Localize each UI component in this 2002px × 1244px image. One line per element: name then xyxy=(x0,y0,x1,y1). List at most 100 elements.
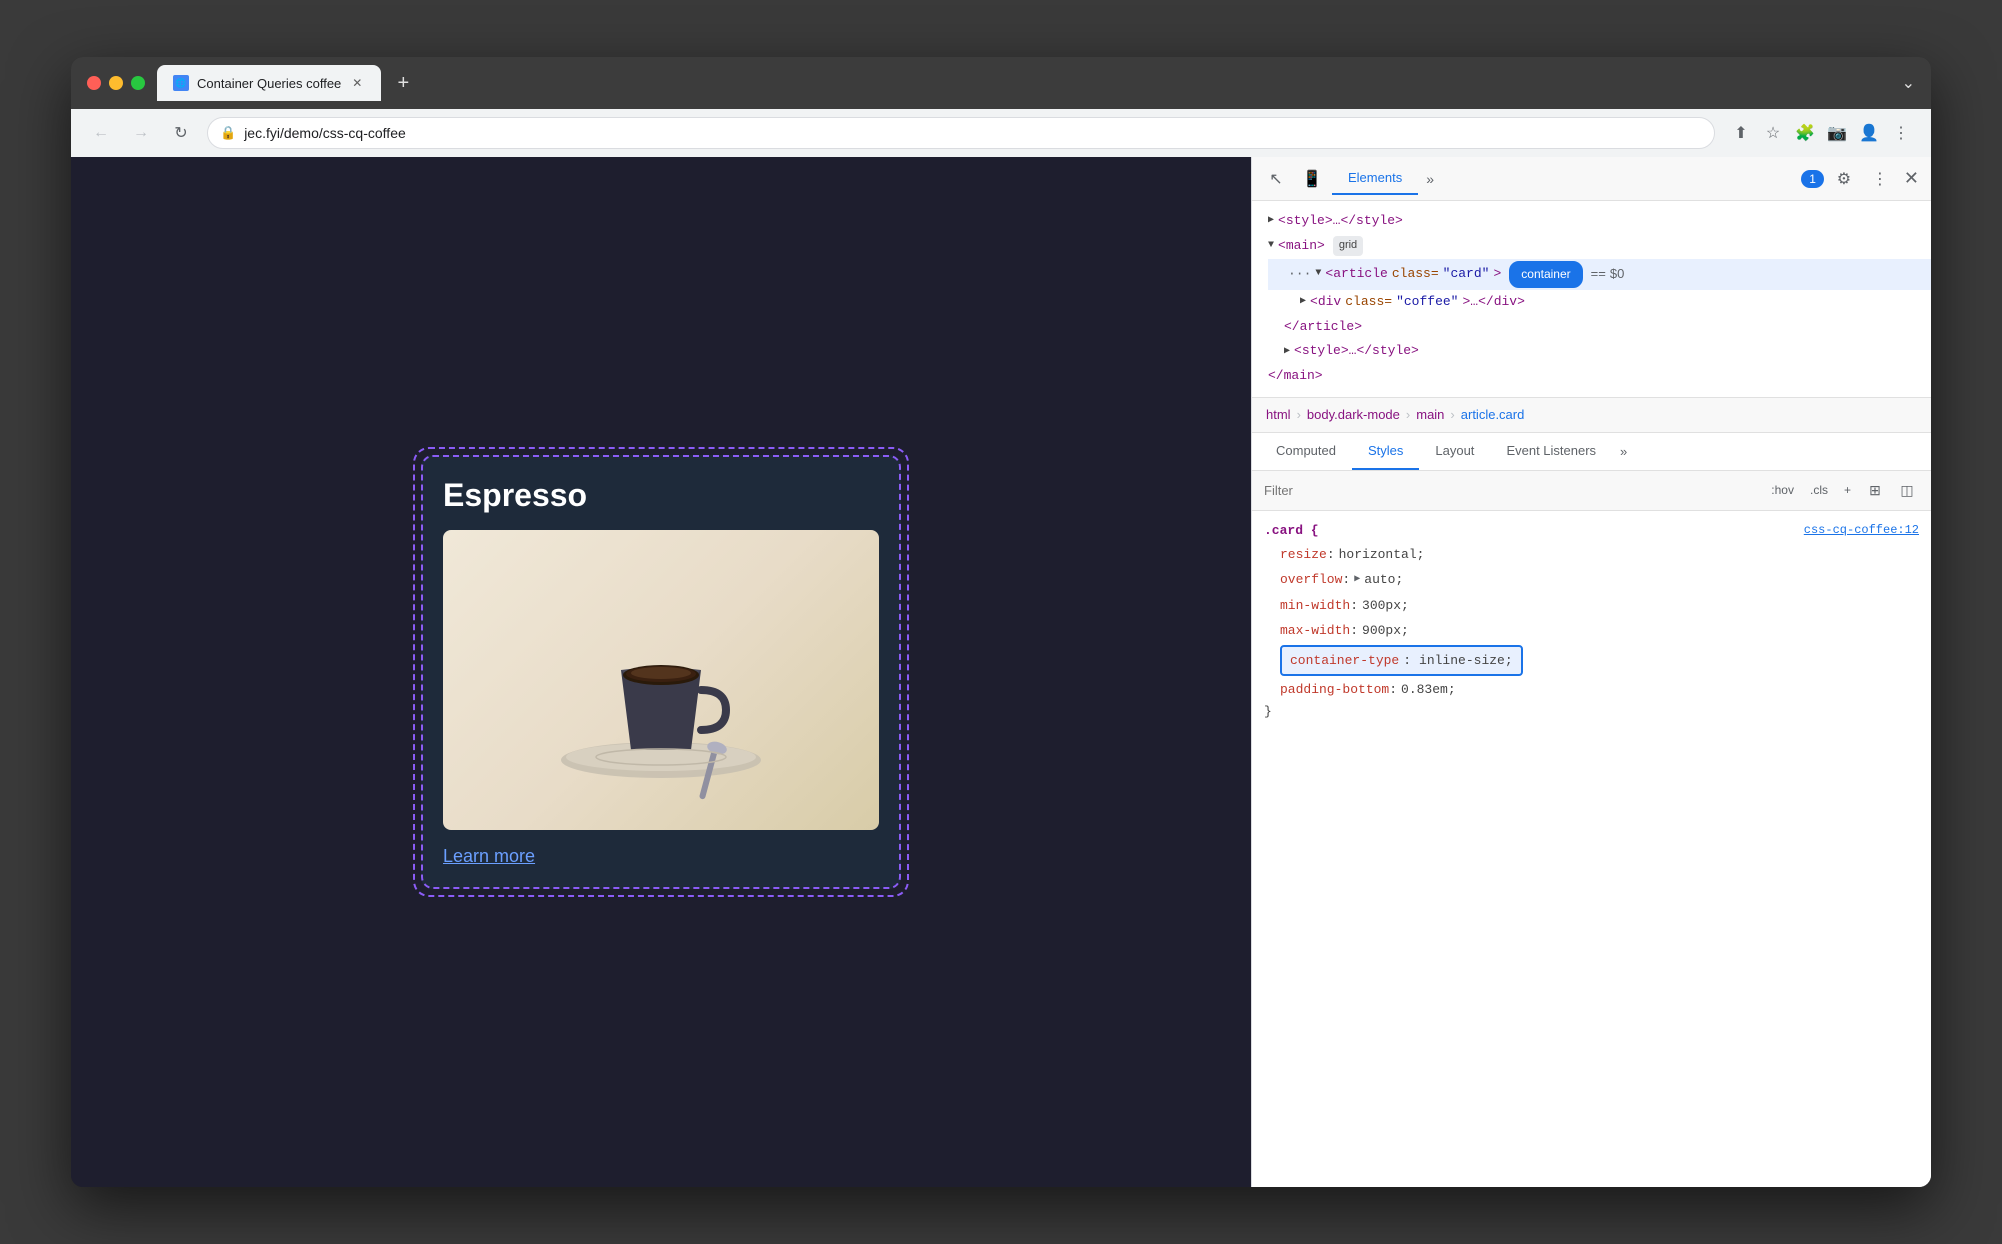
layout-tab[interactable]: Layout xyxy=(1419,433,1490,470)
dom-line-div-coffee[interactable]: ▶ <div class="coffee">…</div> xyxy=(1284,290,1931,315)
forward-button[interactable]: → xyxy=(127,119,155,147)
breadcrumb-article[interactable]: article.card xyxy=(1455,403,1531,426)
add-rule-button[interactable]: + xyxy=(1840,481,1855,499)
profile-button[interactable]: 👤 xyxy=(1855,119,1883,147)
css-prop-name: min-width xyxy=(1280,594,1350,617)
dom-line-main-close[interactable]: </main> xyxy=(1252,364,1931,389)
card-title: Espresso xyxy=(443,477,879,514)
bookmark-button[interactable]: ☆ xyxy=(1759,119,1787,147)
css-property-resize[interactable]: resize : horizontal; xyxy=(1252,542,1931,567)
css-selector: .card { xyxy=(1264,523,1319,538)
device-emulation-button[interactable]: 📱 xyxy=(1296,163,1328,195)
card-learn-more-link[interactable]: Learn more xyxy=(443,846,879,867)
copy-styles-button[interactable]: ⊞ xyxy=(1863,478,1887,502)
espresso-illustration xyxy=(521,550,801,810)
equals-sign: == xyxy=(1591,264,1606,285)
tab-bar: 🌐 Container Queries coffee ✕ + ⌄ xyxy=(157,65,1915,101)
devtools-close-button[interactable]: ✕ xyxy=(1900,164,1923,193)
event-listeners-tab[interactable]: Event Listeners xyxy=(1490,433,1612,470)
dom-tag: <div xyxy=(1310,292,1341,313)
collapse-triangle[interactable]: ▼ xyxy=(1315,266,1321,282)
page-viewport: Espresso xyxy=(71,157,1251,1187)
dom-tree: ▶ <style>…</style> ▼ <main> grid ··· ▼ <… xyxy=(1252,201,1931,397)
tab-menu-button[interactable]: ⌄ xyxy=(1902,73,1915,93)
computed-tab[interactable]: Computed xyxy=(1260,433,1352,470)
breadcrumb-body[interactable]: body.dark-mode xyxy=(1301,403,1406,426)
dom-tag: <style>…</style> xyxy=(1278,211,1403,232)
css-prop-name: resize xyxy=(1280,543,1327,566)
dom-more-dots[interactable]: ··· xyxy=(1288,264,1311,285)
collapse-triangle[interactable]: ▶ xyxy=(1268,213,1274,229)
cls-button[interactable]: .cls xyxy=(1806,481,1832,499)
card-container: Espresso xyxy=(421,455,901,889)
share-button[interactable]: ⬆ xyxy=(1727,119,1755,147)
tab-favicon: 🌐 xyxy=(173,75,189,91)
style-tabs-more[interactable]: » xyxy=(1612,444,1635,459)
inspector-tool-button[interactable]: ↖ xyxy=(1260,163,1292,195)
dom-attr-name: class= xyxy=(1392,264,1439,285)
devtools-settings-button[interactable]: ⚙ xyxy=(1828,163,1860,195)
css-property-overflow[interactable]: overflow : ▶ auto; xyxy=(1252,567,1931,592)
tab-close-button[interactable]: ✕ xyxy=(349,75,365,91)
dom-line-style1[interactable]: ▶ <style>…</style> xyxy=(1252,209,1931,234)
new-tab-button[interactable]: + xyxy=(389,69,417,97)
minimize-traffic-light[interactable] xyxy=(109,76,123,90)
address-bar: ← → ↻ 🔒 jec.fyi/demo/css-cq-coffee ⬆ ☆ 🧩… xyxy=(71,109,1931,157)
devtools-tabs: Elements » xyxy=(1332,162,1797,195)
container-badge[interactable]: container xyxy=(1509,261,1582,288)
filter-input[interactable] xyxy=(1264,483,1759,498)
devtools-more-tabs[interactable]: » xyxy=(1418,171,1442,187)
back-button[interactable]: ← xyxy=(87,119,115,147)
traffic-lights xyxy=(87,76,145,90)
dom-tag: <article xyxy=(1325,264,1387,285)
active-tab[interactable]: 🌐 Container Queries coffee ✕ xyxy=(157,65,381,101)
extensions-button[interactable]: 🧩 xyxy=(1791,119,1819,147)
css-prop-colon: : xyxy=(1350,619,1358,642)
css-rule-header: .card { css-cq-coffee:12 xyxy=(1252,519,1931,542)
overflow-triangle[interactable]: ▶ xyxy=(1354,571,1360,589)
style-tabs: Computed Styles Layout Event Listeners » xyxy=(1252,433,1931,471)
elements-tab[interactable]: Elements xyxy=(1332,162,1418,195)
toggle-sidebar-button[interactable]: ◫ xyxy=(1895,478,1919,502)
devtools-panel: ↖ 📱 Elements » 1 ⚙ ⋮ ✕ ▶ <style>…</style… xyxy=(1251,157,1931,1187)
card-wrapper: Espresso xyxy=(421,455,901,889)
toolbar-icons: ⬆ ☆ 🧩 📷 👤 ⋮ xyxy=(1727,119,1915,147)
css-prop-value: horizontal; xyxy=(1339,543,1425,566)
dom-line-article[interactable]: ··· ▼ <article class="card"> container =… xyxy=(1268,259,1931,290)
css-property-padding-bottom[interactable]: padding-bottom : 0.83em; xyxy=(1252,677,1931,702)
css-property-min-width[interactable]: min-width : 300px; xyxy=(1252,593,1931,618)
dom-tag: <style>…</style> xyxy=(1294,341,1419,362)
collapse-triangle[interactable]: ▶ xyxy=(1300,294,1306,310)
css-property-container-type[interactable]: container-type : inline-size; xyxy=(1252,644,1931,677)
css-close-brace: } xyxy=(1252,702,1931,721)
breadcrumb-main[interactable]: main xyxy=(1410,403,1450,426)
dom-line-style2[interactable]: ▶ <style>…</style> xyxy=(1268,339,1931,364)
css-prop-value: 0.83em; xyxy=(1401,678,1456,701)
url-bar[interactable]: 🔒 jec.fyi/demo/css-cq-coffee xyxy=(207,117,1715,149)
card-image xyxy=(443,530,879,830)
devtools-badge: 1 xyxy=(1801,170,1824,188)
dollar-sign: $0 xyxy=(1610,264,1624,285)
screencapture-button[interactable]: 📷 xyxy=(1823,119,1851,147)
devtools-more-menu-button[interactable]: ⋮ xyxy=(1864,163,1896,195)
collapse-triangle[interactable]: ▶ xyxy=(1284,344,1290,360)
title-bar: 🌐 Container Queries coffee ✕ + ⌄ xyxy=(71,57,1931,109)
collapse-triangle[interactable]: ▼ xyxy=(1268,238,1274,254)
dom-tag: <main> xyxy=(1278,236,1325,257)
dom-line-main[interactable]: ▼ <main> grid xyxy=(1252,234,1931,259)
styles-tab[interactable]: Styles xyxy=(1352,433,1419,470)
css-source-link[interactable]: css-cq-coffee:12 xyxy=(1804,523,1919,537)
more-menu-button[interactable]: ⋮ xyxy=(1887,119,1915,147)
dom-line-article-close[interactable]: </article> xyxy=(1268,315,1931,340)
css-property-max-width[interactable]: max-width : 900px; xyxy=(1252,618,1931,643)
breadcrumb-html[interactable]: html xyxy=(1260,403,1297,426)
hov-button[interactable]: :hov xyxy=(1767,481,1798,499)
css-prop-value: 900px; xyxy=(1362,619,1409,642)
devtools-toolbar: ↖ 📱 Elements » 1 ⚙ ⋮ ✕ xyxy=(1252,157,1931,201)
css-prop-colon: : xyxy=(1327,543,1335,566)
container-type-highlight: container-type : inline-size; xyxy=(1280,645,1523,676)
maximize-traffic-light[interactable] xyxy=(131,76,145,90)
content-area: Espresso xyxy=(71,157,1931,1187)
close-traffic-light[interactable] xyxy=(87,76,101,90)
reload-button[interactable]: ↻ xyxy=(167,119,195,147)
